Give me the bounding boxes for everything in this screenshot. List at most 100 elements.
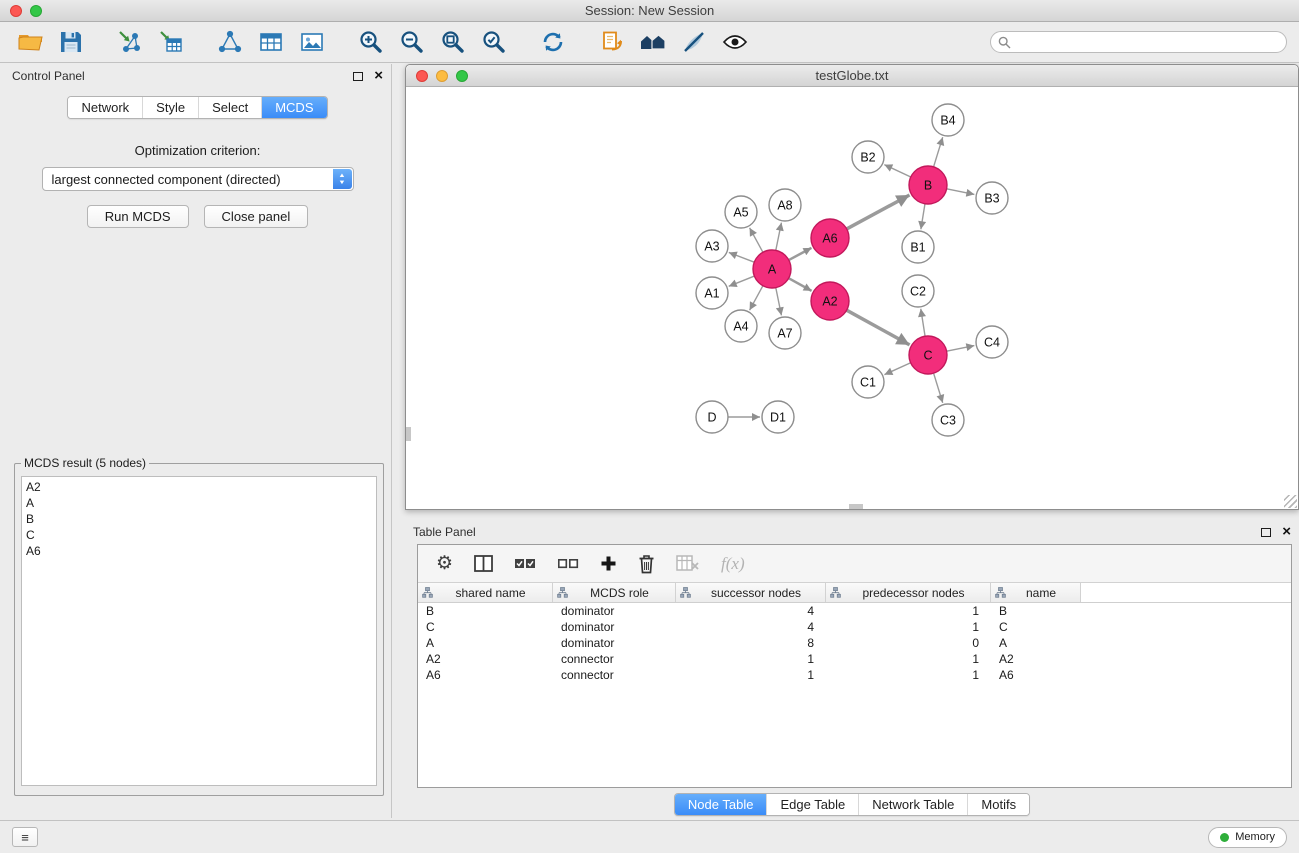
float-panel-icon[interactable] (353, 72, 363, 81)
node-A1[interactable]: A1 (696, 277, 728, 309)
table-float-panel-icon[interactable] (1261, 528, 1271, 537)
zoom-in-button[interactable] (353, 26, 389, 58)
network-minimize-light[interactable] (436, 70, 448, 82)
panel-list-button[interactable]: ≡ (12, 827, 38, 847)
column-header-shared-name[interactable]: shared name (418, 583, 553, 602)
tab-motifs[interactable]: Motifs (967, 794, 1029, 815)
network-canvas[interactable]: B4B2BB3A5A8A6B1A3AC2A1A2A4A7C4CC1C3DD1 (406, 87, 1298, 509)
column-header-name[interactable]: name (991, 583, 1081, 602)
zoom-out-button[interactable] (394, 26, 430, 58)
deselect-all-button[interactable] (557, 556, 579, 572)
vertical-scroll-thumb[interactable] (406, 427, 411, 441)
table-row[interactable]: Adominator80A (418, 635, 1291, 651)
new-network-button[interactable] (212, 26, 248, 58)
edge-A-A5[interactable] (750, 228, 763, 252)
edge-A-A3[interactable] (729, 252, 754, 262)
mcds-result-item[interactable]: C (26, 527, 372, 543)
create-column-button[interactable] (600, 555, 617, 572)
run-mcds-button[interactable]: Run MCDS (87, 205, 189, 228)
node-C4[interactable]: C4 (976, 326, 1008, 358)
network-graph[interactable]: B4B2BB3A5A8A6B1A3AC2A1A2A4A7C4CC1C3DD1 (406, 87, 1298, 509)
table-row[interactable]: A2connector11A2 (418, 651, 1291, 667)
node-C2[interactable]: C2 (902, 275, 934, 307)
traffic-light-zoom[interactable] (30, 5, 42, 17)
delete-column-button[interactable] (638, 554, 655, 574)
edge-A6-B[interactable] (847, 195, 910, 229)
node-A2[interactable]: A2 (811, 282, 849, 320)
node-A5[interactable]: A5 (725, 196, 757, 228)
apply-style-button[interactable] (676, 26, 712, 58)
edge-A-A8[interactable] (776, 223, 782, 251)
mcds-result-list[interactable]: A2ABCA6 (21, 476, 377, 786)
edge-B-B3[interactable] (947, 189, 975, 195)
edge-C-C4[interactable] (947, 346, 975, 352)
table-row[interactable]: A6connector11A6 (418, 667, 1291, 683)
edge-A2-C[interactable] (847, 310, 910, 345)
export-image-button[interactable] (294, 26, 330, 58)
window-resize-grip[interactable] (1284, 495, 1297, 508)
edge-B-B2[interactable] (884, 165, 910, 177)
table-panel-close-icon[interactable]: × (1282, 526, 1291, 538)
select-all-button[interactable] (514, 556, 536, 572)
edge-B-B1[interactable] (921, 204, 925, 229)
control-panel-close-icon[interactable]: × (374, 70, 383, 82)
zoom-fit-button[interactable] (435, 26, 471, 58)
node-A6[interactable]: A6 (811, 219, 849, 257)
edge-A-A1[interactable] (729, 276, 755, 286)
new-table-button[interactable] (253, 26, 289, 58)
network-zoom-light[interactable] (456, 70, 468, 82)
edge-C-C2[interactable] (921, 309, 925, 336)
mcds-result-item[interactable]: A (26, 495, 372, 511)
save-session-button[interactable] (53, 26, 89, 58)
node-B4[interactable]: B4 (932, 104, 964, 136)
tab-select[interactable]: Select (198, 97, 261, 118)
table-settings-button[interactable]: ⚙ (436, 554, 453, 573)
open-session-button[interactable] (12, 26, 48, 58)
tab-node-table[interactable]: Node Table (675, 794, 767, 815)
edge-A-A7[interactable] (776, 288, 782, 316)
import-table-button[interactable] (153, 26, 189, 58)
table-row[interactable]: Cdominator41C (418, 619, 1291, 635)
node-B1[interactable]: B1 (902, 231, 934, 263)
node-A[interactable]: A (753, 250, 791, 288)
search-input[interactable] (990, 31, 1287, 53)
table-row[interactable]: Bdominator41B (418, 603, 1291, 619)
traffic-light-close[interactable] (10, 5, 22, 17)
function-builder-button[interactable]: f(x) (721, 554, 745, 574)
optimization-dropdown[interactable]: largest connected component (directed) ▲… (42, 167, 354, 191)
tab-network[interactable]: Network (68, 97, 142, 118)
node-A7[interactable]: A7 (769, 317, 801, 349)
tab-mcds[interactable]: MCDS (261, 97, 326, 118)
toggle-columns-button[interactable] (474, 555, 493, 572)
column-header-successor-nodes[interactable]: successor nodes (676, 583, 826, 602)
node-D1[interactable]: D1 (762, 401, 794, 433)
tab-style[interactable]: Style (142, 97, 198, 118)
network-close-light[interactable] (416, 70, 428, 82)
node-D[interactable]: D (696, 401, 728, 433)
node-A8[interactable]: A8 (769, 189, 801, 221)
show-hide-button[interactable] (717, 26, 753, 58)
duplicate-network-button[interactable] (594, 26, 630, 58)
column-header-predecessor-nodes[interactable]: predecessor nodes (826, 583, 991, 602)
memory-button[interactable]: Memory (1208, 827, 1287, 848)
edge-A-A4[interactable] (750, 286, 763, 310)
node-C3[interactable]: C3 (932, 404, 964, 436)
node-B[interactable]: B (909, 166, 947, 204)
home-button[interactable] (635, 26, 671, 58)
column-header-mcds-role[interactable]: MCDS role (553, 583, 676, 602)
edge-A-A2[interactable] (789, 278, 812, 291)
node-B3[interactable]: B3 (976, 182, 1008, 214)
refresh-button[interactable] (535, 26, 571, 58)
node-A4[interactable]: A4 (725, 310, 757, 342)
import-network-button[interactable] (112, 26, 148, 58)
mcds-result-item[interactable]: A2 (26, 479, 372, 495)
mcds-result-item[interactable]: B (26, 511, 372, 527)
close-panel-button[interactable]: Close panel (204, 205, 309, 228)
edge-C-C3[interactable] (934, 373, 943, 403)
delete-table-button[interactable] (676, 555, 700, 572)
horizontal-scroll-thumb[interactable] (849, 504, 863, 509)
zoom-selected-button[interactable] (476, 26, 512, 58)
node-B2[interactable]: B2 (852, 141, 884, 173)
mcds-result-item[interactable]: A6 (26, 543, 372, 559)
node-A3[interactable]: A3 (696, 230, 728, 262)
